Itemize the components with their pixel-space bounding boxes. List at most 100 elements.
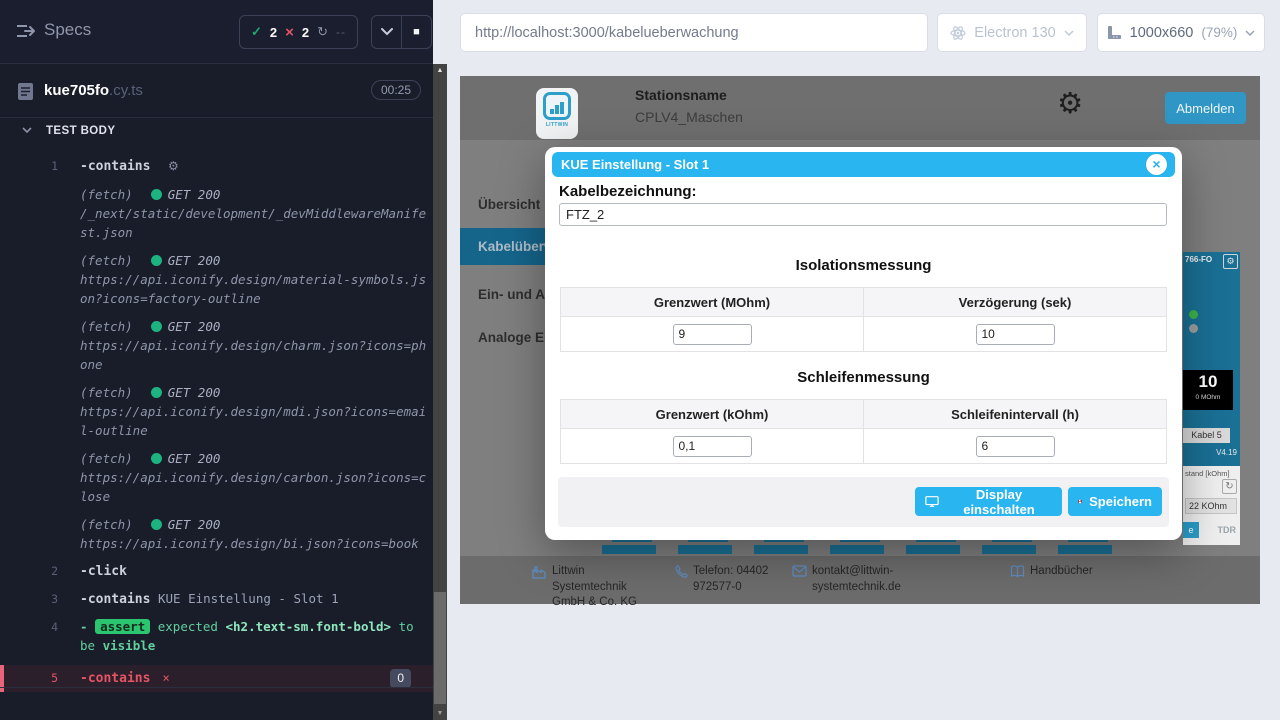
display-on-button[interactable]: Display einschalten bbox=[915, 487, 1062, 516]
fetch-log[interactable]: (fetch) GET 200 https://api.iconify.desi… bbox=[0, 251, 433, 308]
stop-icon: ■ bbox=[413, 27, 420, 38]
spec-file-row[interactable]: kue705fo.cy.ts 00:25 bbox=[0, 65, 433, 118]
command-number: 1 bbox=[0, 157, 58, 176]
app-header: LITTWIN Stationsname CPLV4_Maschen ⚙ Abm… bbox=[460, 76, 1260, 140]
fail-x-icon: × bbox=[162, 669, 169, 688]
passed-icon: ✓ bbox=[251, 24, 262, 40]
test-body-toggle[interactable]: TEST BODY bbox=[0, 120, 433, 144]
logout-button[interactable]: Abmelden bbox=[1165, 92, 1246, 124]
resistance-label: stand [kOhm] bbox=[1185, 469, 1230, 478]
measurement-unit: 0 MOhm bbox=[1183, 394, 1233, 401]
settings-gear-icon[interactable]: ⚙ bbox=[1057, 89, 1083, 118]
chevron-down-icon bbox=[1245, 30, 1255, 36]
ruler-icon bbox=[1107, 25, 1122, 40]
viewport-size: 1000x660 bbox=[1130, 25, 1194, 41]
save-label: Speichern bbox=[1089, 494, 1152, 509]
fetch-log-status: (fetch) GET 200 bbox=[80, 317, 433, 336]
nav-item-uebersicht[interactable]: Übersicht bbox=[478, 197, 540, 212]
close-icon[interactable]: × bbox=[1146, 154, 1167, 175]
loop-table-header: Grenzwert (kOhm) Schleifenintervall (h) bbox=[561, 400, 1166, 429]
fetch-log-status: (fetch) GET 200 bbox=[80, 449, 433, 468]
spec-name-bold: kue705fo bbox=[44, 82, 109, 99]
fetch-prefix: (fetch) bbox=[80, 383, 133, 402]
col-verzoegerung-sek: Verzögerung (sek) bbox=[863, 288, 1166, 316]
grenzwert-kohm-input[interactable] bbox=[673, 436, 752, 457]
cypress-reporter: Specs ✓ 2 × 2 ↻ -- ■ kue705 bbox=[0, 0, 433, 720]
loop-section-title: Schleifenmessung bbox=[545, 369, 1182, 386]
fetch-url: https://api.iconify.design/carbon.json?i… bbox=[80, 468, 427, 506]
loop-table: Grenzwert (kOhm) Schleifenintervall (h) bbox=[560, 399, 1167, 464]
reporter-controls: ■ bbox=[371, 15, 432, 49]
slot-gear-icon[interactable]: ⚙ bbox=[1223, 254, 1238, 269]
failed-count: 2 bbox=[302, 25, 309, 40]
refresh-icon[interactable]: ↻ bbox=[1222, 479, 1237, 494]
specs-menu-icon[interactable] bbox=[16, 23, 36, 39]
scrollbar-thumb[interactable] bbox=[434, 592, 446, 704]
fetch-log-status: (fetch) GET 200 bbox=[80, 383, 433, 402]
assert-row[interactable]: 4 - assert expected <h2.text-sm.font-bol… bbox=[0, 617, 433, 655]
slot-card-title: 766-FO bbox=[1185, 255, 1212, 264]
display-on-label: Display einschalten bbox=[946, 487, 1052, 517]
viewport-selector[interactable]: 1000x660 (79%) bbox=[1097, 13, 1265, 52]
save-button[interactable]: Speichern bbox=[1068, 487, 1162, 516]
command-row[interactable]: 1 -contains ⚙ bbox=[0, 156, 433, 176]
measurement-display: 10 0 MOhm bbox=[1183, 370, 1233, 410]
fetch-prefix: (fetch) bbox=[80, 185, 133, 204]
chevron-down-icon bbox=[22, 127, 32, 134]
logo-text: LITTWIN bbox=[536, 122, 578, 128]
fetch-log-status: (fetch) GET 200 bbox=[80, 251, 433, 270]
fail-count-badge: 0 bbox=[390, 669, 411, 688]
scroll-down-arrow[interactable]: ▼ bbox=[433, 710, 447, 717]
monitor-icon bbox=[925, 495, 939, 508]
stop-button[interactable]: ■ bbox=[401, 16, 431, 48]
command-number: 5 bbox=[0, 669, 58, 688]
fetch-log[interactable]: (fetch) GET 200 https://api.iconify.desi… bbox=[0, 515, 433, 553]
assert-target-selector: <h2.text-sm.font-bold> bbox=[226, 619, 392, 634]
command-number: 3 bbox=[0, 590, 58, 609]
command-row[interactable]: 3 -contains KUE Einstellung - Slot 1 bbox=[0, 589, 433, 609]
status-led-green bbox=[1189, 310, 1198, 319]
loop-table-row bbox=[561, 429, 1166, 463]
spec-file-icon bbox=[17, 82, 34, 101]
scroll-up-arrow[interactable]: ▲ bbox=[433, 67, 447, 74]
app-footer: Littwin Systemtechnik GmbH & Co. KG Tele… bbox=[460, 556, 1260, 604]
reporter-header: Specs ✓ 2 × 2 ↻ -- ■ bbox=[0, 0, 433, 64]
littwin-logo: LITTWIN bbox=[536, 88, 578, 139]
col-schleifenintervall-h: Schleifenintervall (h) bbox=[863, 400, 1166, 428]
gear-icon[interactable]: ⚙ bbox=[168, 159, 179, 173]
col-grenzwert-kohm: Grenzwert (kOhm) bbox=[561, 400, 863, 428]
fetch-prefix: (fetch) bbox=[80, 317, 133, 336]
footer-company: Littwin Systemtechnik GmbH & Co. KG bbox=[532, 564, 660, 611]
fetch-log[interactable]: (fetch) GET 200 https://api.iconify.desi… bbox=[0, 383, 433, 440]
resistance-value: 22 KOhm bbox=[1185, 498, 1237, 514]
collapse-button[interactable] bbox=[372, 16, 401, 48]
test-stats: ✓ 2 × 2 ↻ -- bbox=[239, 15, 358, 49]
reporter-title: Specs bbox=[44, 20, 91, 40]
address-bar bbox=[460, 13, 928, 52]
grenzwert-mohm-input[interactable] bbox=[673, 324, 752, 345]
fetch-log-status: (fetch) GET 200 bbox=[80, 515, 433, 534]
fetch-url: https://api.iconify.design/mdi.json?icon… bbox=[80, 402, 427, 440]
fetch-status: GET 200 bbox=[168, 185, 221, 204]
reporter-scrollbar[interactable]: ▲ ▼ bbox=[433, 64, 447, 720]
verzoegerung-sek-input[interactable] bbox=[976, 324, 1055, 345]
schleifenintervall-input[interactable] bbox=[976, 436, 1055, 457]
book-icon bbox=[1010, 565, 1025, 580]
url-input[interactable] bbox=[461, 14, 927, 51]
assert-expected: expected bbox=[158, 619, 218, 634]
chevron-down-icon bbox=[1064, 30, 1074, 36]
fetch-log[interactable]: (fetch) GET 200 https://api.iconify.desi… bbox=[0, 449, 433, 506]
status-dot-icon bbox=[151, 321, 162, 332]
test-body-label: TEST BODY bbox=[46, 125, 115, 137]
fetch-url: https://api.iconify.design/bi.json?icons… bbox=[80, 534, 427, 553]
passed-count: 2 bbox=[270, 25, 277, 40]
fetch-log[interactable]: (fetch) GET 200 /_next/static/developmen… bbox=[0, 185, 433, 242]
fetch-status: GET 200 bbox=[168, 449, 221, 468]
cable-name-input[interactable] bbox=[559, 203, 1167, 226]
kue-slot-card-partial: 766-FO ⚙ 10 0 MOhm Kabel 5 V4.19 stand [… bbox=[1183, 252, 1240, 545]
browser-selector[interactable]: Electron 130 bbox=[937, 13, 1087, 52]
fetch-log[interactable]: (fetch) GET 200 https://api.iconify.desi… bbox=[0, 317, 433, 374]
command-row[interactable]: 2 -click bbox=[0, 561, 433, 581]
footer-manuals-link[interactable]: Handbücher bbox=[1010, 564, 1093, 580]
command-name: -click bbox=[80, 564, 127, 579]
